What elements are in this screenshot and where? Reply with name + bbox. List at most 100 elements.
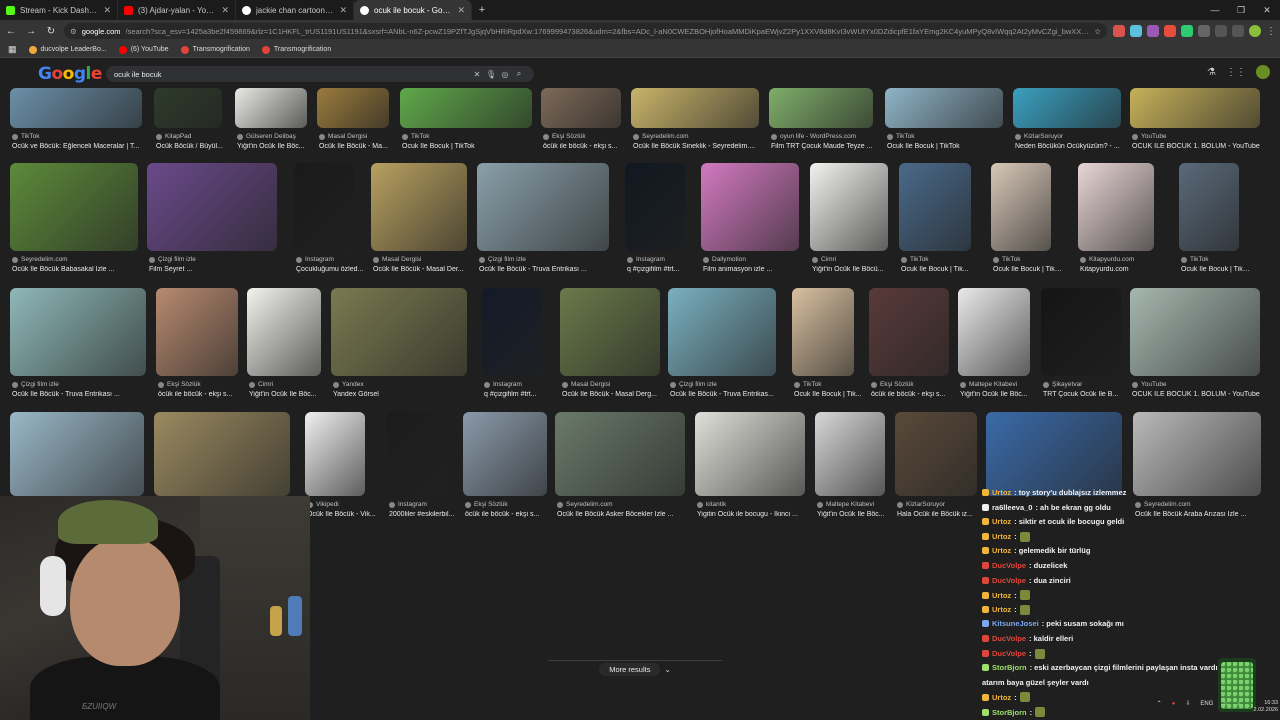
profile-icon[interactable] [1249,25,1261,37]
result-thumbnail[interactable] [10,412,144,496]
forward-icon[interactable]: → [24,24,38,38]
result-caption[interactable]: Film Seyret ... [149,266,289,273]
close-icon[interactable]: ✕ [221,5,229,16]
result-source[interactable]: Masal Dergisi [562,381,610,388]
image-result[interactable]: Maltepe Kitabevi Yiğit'in Öcük İle Böc... [815,412,885,526]
tray-app-icon[interactable]: ● [1172,701,1176,707]
result-caption[interactable]: Öcük İle Böcük - Vik... [307,511,377,518]
chat-username[interactable]: Urtoz [992,488,1011,497]
bookmark-item[interactable]: (6) YouTube [118,45,169,54]
result-thumbnail[interactable] [1078,163,1154,251]
result-caption[interactable]: Hala Öcük ile Böcük iz... [897,511,989,518]
result-thumbnail[interactable] [885,88,1003,128]
lens-icon[interactable]: ◎ [498,70,512,79]
result-source[interactable]: TikTok [901,256,929,263]
result-caption[interactable]: Çocukluğumu özled... [296,266,366,273]
result-caption[interactable]: 2000liler #eskilerbil... [389,511,459,518]
extension-icon[interactable] [1130,25,1142,37]
result-caption[interactable]: q #çizgifilm #trt... [484,391,554,398]
result-caption[interactable]: Öcük İle Böcük Sineklik - Seyredelim.... [633,143,771,150]
result-thumbnail[interactable] [1041,288,1121,376]
chat-username[interactable]: DucVolpe [992,561,1026,570]
back-icon[interactable]: ← [4,24,18,38]
close-icon[interactable]: ✕ [103,5,111,16]
search-box[interactable]: ocuk ile bocuk ✕ 🎙 ◎ ⌕ [106,66,534,82]
image-result[interactable]: KizlarSoruyor Neden Böcükün Öcükyüzüm? - … [1013,88,1121,158]
image-result[interactable]: Cimri Yiğit'in Öcük İle Böc... [247,288,321,406]
tray-chevron-icon[interactable]: ⌃ [1157,700,1162,707]
result-caption[interactable]: Öcük İle Böcük - Truva Entrikas... [670,391,788,398]
result-thumbnail[interactable] [958,288,1030,376]
download-icon[interactable] [1232,25,1244,37]
result-thumbnail[interactable] [792,288,854,376]
result-source[interactable]: TikTok [402,133,430,140]
menu-icon[interactable]: ⋮ [1266,26,1276,37]
result-caption[interactable]: Öcük İle Böcük - Masal Derg... [562,391,672,398]
result-thumbnail[interactable] [294,163,354,251]
result-thumbnail[interactable] [560,288,660,376]
maximize-icon[interactable]: ❐ [1228,0,1254,20]
result-caption[interactable]: Öcük İle Böcük Babasakal İzle ... [12,266,150,273]
bookmark-item[interactable]: Transmogrification [261,45,331,54]
result-source[interactable]: Masal Dergisi [319,133,367,140]
image-result[interactable]: YouTube ÖCÜK İLE BÖCÜK 1. BÖLÜM - YouTube [1130,288,1260,406]
result-thumbnail[interactable] [668,288,776,376]
result-source[interactable]: YouTube [1132,133,1167,140]
tab-google-ocuk[interactable]: ocuk ile bocuk - Google Search✕ [354,0,472,20]
result-thumbnail[interactable] [154,412,290,496]
tray-download-icon[interactable]: ⇩ [1185,700,1190,707]
result-caption[interactable]: Ocuk Ile Bocuk | TikTok [993,266,1063,273]
result-thumbnail[interactable] [147,163,277,251]
result-caption[interactable]: Yiğit'in Öcük İle Böc... [960,391,1042,398]
image-result[interactable]: TikTok Ocuk Ile Bocuk | TikTok [885,88,1003,158]
result-caption[interactable]: Neden Böcükün Öcükyüzüm? - ... [1015,143,1133,150]
more-results-button[interactable]: More results ⌄ [548,660,722,678]
result-caption[interactable]: Film animasyon izle ... [703,266,811,273]
image-result[interactable]: Ekşi Sözlük öcük ile böcük - ekşi s... [869,288,949,406]
clock[interactable]: 16:33 2.02.2026 [1254,700,1278,714]
result-thumbnail[interactable] [1013,88,1121,128]
mic-icon[interactable]: 🎙 [484,70,498,79]
result-thumbnail[interactable] [815,412,885,496]
tab-youtube[interactable]: (3) Ajdar-yalan - YouTube✕ [118,0,236,20]
result-thumbnail[interactable] [371,163,467,251]
result-thumbnail[interactable] [156,288,238,376]
bookmark-star-icon[interactable]: ☆ [1094,27,1101,36]
result-caption[interactable]: Yiğit'in Öcük İle Böc... [817,511,897,518]
puzzle-icon[interactable] [1198,25,1210,37]
image-result[interactable]: YouTube ÖCÜK İLE BÖCÜK 1. BÖLÜM - YouTube [1130,88,1260,158]
result-source[interactable]: Seyredelim.com [557,501,613,508]
image-result[interactable]: KitapPad Öcük Böcük / Büyül... [154,88,223,158]
result-thumbnail[interactable] [899,163,971,251]
image-result[interactable]: Çizgi film izle Öcük İle Böcük - Truva En… [668,288,776,406]
result-caption[interactable]: Yiğit'in Öcük İle Böcü... [812,266,900,273]
result-caption[interactable]: Yiğit'in Öcük İle Böc... [237,143,319,150]
chat-username[interactable]: KitsuneJosei [992,619,1039,628]
result-thumbnail[interactable] [695,412,805,496]
close-icon[interactable]: ✕ [339,5,347,16]
chat-username[interactable]: DucVolpe [992,649,1026,658]
result-caption[interactable]: Öcük İle Böcük - Masal Der... [373,266,479,273]
image-result[interactable]: Instagram 2000liler #eskilerbil... [387,412,454,526]
result-thumbnail[interactable] [10,163,138,251]
apps-grid-icon[interactable]: ⋮⋮ [1226,67,1246,78]
split-view-icon[interactable] [1215,25,1227,37]
result-source[interactable]: TikTok [993,256,1021,263]
result-caption[interactable]: Film TRT Çocuk Maude Teyze ... [771,143,885,150]
image-result[interactable]: KizlarSoruyor Hala Öcük ile Böcük iz... [895,412,977,526]
google-logo[interactable]: Google [38,64,102,84]
result-thumbnail[interactable] [895,412,977,496]
result-source[interactable]: Çizgi film izle [479,256,526,263]
result-source[interactable]: Instagram [627,256,665,263]
image-result[interactable]: Maltepe Kitabevi Yiğit'in Öcük İle Böc... [958,288,1030,406]
result-source[interactable]: Maltepe Kitabevi [817,501,874,508]
result-caption[interactable]: Yandex Görsel [333,391,479,398]
result-source[interactable]: Kitapyurdu.com [1080,256,1134,263]
result-source[interactable]: KizlarSoruyor [897,501,945,508]
image-result[interactable]: Seyredelim.com Öcük İle Böcük Asker Böcek… [555,412,685,526]
image-result[interactable]: TikTok Ocuk Ile Bocuk | TikTok [991,163,1063,281]
result-caption[interactable]: Ocuk Ile Bocuk | Tik... [901,266,983,273]
chat-username[interactable]: Urtoz [992,693,1011,702]
result-source[interactable]: TikTok [887,133,915,140]
image-result[interactable]: Şikayetvar TRT Çocuk Öcük İle B... [1041,288,1121,406]
